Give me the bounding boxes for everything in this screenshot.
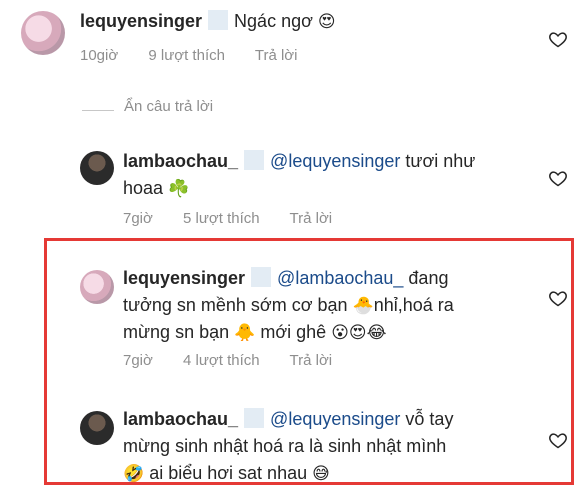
comment-text: mừng sinh nhật hoá ra là sinh nhật mình [123, 436, 447, 456]
comment-text: hoaa [123, 178, 164, 198]
comment-username[interactable]: lambaochau_ [123, 409, 238, 429]
heart-icon[interactable] [548, 168, 568, 188]
rofl-emoji: 🤣 [123, 464, 145, 483]
comment-username[interactable]: lequyensinger [80, 11, 202, 31]
comment-meta: 10giờ 9 lượt thích Trả lời [80, 47, 323, 64]
comment-likes[interactable]: 4 lượt thích [183, 352, 260, 369]
chick-emoji: 🐥 [234, 323, 256, 342]
comment-text: vỗ tay [405, 409, 454, 429]
shamrock-emoji: ☘️ [168, 179, 190, 198]
comment-meta: 7giờ 5 lượt thích Trả lời [123, 210, 358, 227]
comment-text: nhỉ,hoá ra [373, 295, 454, 315]
comment-text: tươi như [405, 151, 476, 171]
reply-button[interactable]: Trả lời [290, 210, 333, 227]
comment-text: Ngác ngơ [234, 11, 313, 31]
comment-body: lequyensinger Ngác ngơ 😍 [80, 8, 336, 35]
redacted-block [244, 150, 265, 170]
comment-likes[interactable]: 9 lượt thích [148, 47, 225, 64]
mention-link[interactable]: @lequyensinger [270, 151, 400, 171]
comment-likes[interactable]: 5 lượt thích [183, 210, 260, 227]
comment-text: tưởng sn mềnh sớm cơ bạn [123, 295, 348, 315]
avatar[interactable] [80, 270, 114, 304]
heart-icon[interactable] [548, 29, 568, 49]
reply-button[interactable]: Trả lời [255, 47, 298, 64]
avatar[interactable] [80, 411, 114, 445]
redacted-block [244, 408, 265, 428]
heart-icon[interactable] [548, 288, 568, 308]
comment-username[interactable]: lambaochau_ [123, 151, 238, 171]
comment-text: đang [408, 268, 449, 288]
comment-body: lambaochau_ @lequyensinger vỗ tay mừng si… [123, 406, 543, 487]
comment-body: lambaochau_ @lequyensinger tươi như hoaa … [123, 148, 533, 202]
comment-time: 7giờ [123, 352, 153, 369]
comment-body: lequyensinger @lambaochau_ đang tưởng sn … [123, 265, 543, 346]
redacted-block [208, 10, 229, 30]
hatching-chick-emoji: 🐣 [352, 296, 374, 315]
avatar[interactable] [21, 11, 65, 55]
reply-button[interactable]: Trả lời [290, 352, 333, 369]
comment-time: 7giờ [123, 210, 153, 227]
comment-text: mới ghê [260, 322, 327, 342]
hide-replies-button[interactable]: Ẩn câu trả lời [124, 98, 213, 115]
comment-time: 10giờ [80, 47, 119, 64]
comment-text: ai biểu hơi sat nhau [149, 463, 308, 483]
hide-replies-divider [82, 110, 114, 111]
reaction-emojis: 😮😍😂 [331, 323, 387, 342]
redacted-block [251, 267, 272, 287]
mention-link[interactable]: @lambaochau_ [277, 268, 403, 288]
comment-text: mừng sn bạn [123, 322, 230, 342]
avatar[interactable] [80, 151, 114, 185]
heart-icon[interactable] [548, 430, 568, 450]
comment-username[interactable]: lequyensinger [123, 268, 245, 288]
heart-eyes-emoji: 😍 [317, 12, 336, 31]
sweat-smile-emoji: 😅 [312, 464, 330, 483]
mention-link[interactable]: @lequyensinger [270, 409, 400, 429]
comment-meta: 7giờ 4 lượt thích Trả lời [123, 352, 358, 369]
